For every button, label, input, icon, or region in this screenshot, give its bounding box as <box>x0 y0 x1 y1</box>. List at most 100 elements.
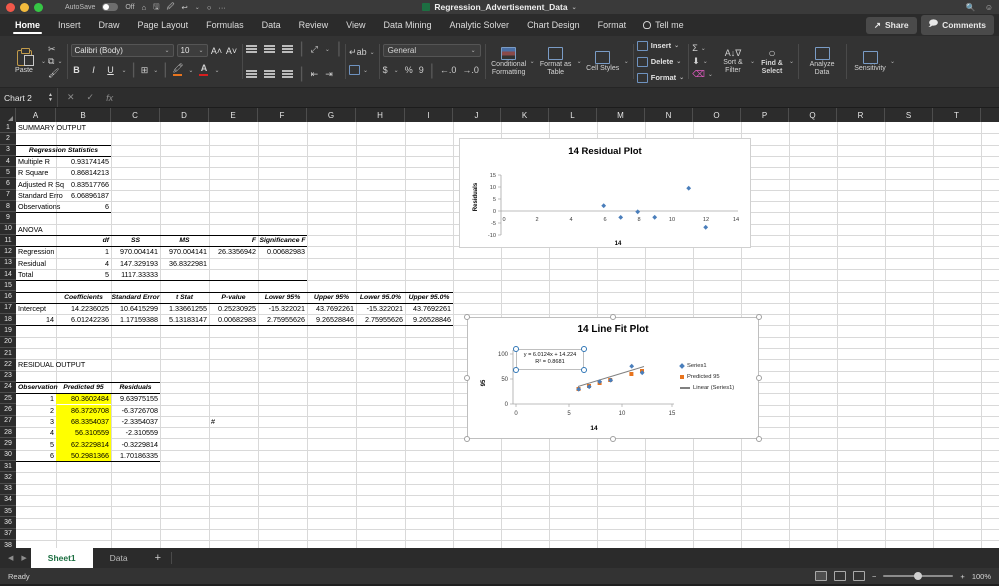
row-header-25[interactable]: 25 <box>0 393 16 405</box>
share-button[interactable]: ↗ Share <box>865 16 917 34</box>
increase-decimal-icon[interactable]: ←.0 <box>440 66 457 75</box>
decrease-decimal-icon[interactable]: →.0 <box>462 66 479 75</box>
row-header-7[interactable]: 7 <box>0 190 16 202</box>
row-header-1[interactable]: 1 <box>0 122 16 134</box>
cell-E27[interactable]: # <box>209 416 258 427</box>
chart-handle-mid-left[interactable] <box>464 375 470 381</box>
cell-A14[interactable]: Total <box>16 269 56 280</box>
row-header-2[interactable]: 2 <box>0 133 16 145</box>
number-format-select[interactable]: General ⌄ <box>382 43 481 57</box>
cell-C12[interactable]: 970.004141 <box>111 246 160 257</box>
cell-A22[interactable]: RESIDUAL OUTPUT <box>16 359 85 370</box>
cell-C27[interactable]: -2.3354037 <box>111 416 160 427</box>
format-as-table-button[interactable]: Format as Table <box>536 46 576 77</box>
paste-button[interactable]: Paste <box>7 47 41 74</box>
row-header-19[interactable]: 19 <box>0 325 16 337</box>
autosum-icon[interactable]: Σ <box>692 44 698 53</box>
row-header-27[interactable]: 27 <box>0 416 16 428</box>
tab-data[interactable]: Data <box>253 17 290 34</box>
cell-D13[interactable]: 36.8322981 <box>160 258 209 269</box>
row-header-18[interactable]: 18 <box>0 314 16 326</box>
accept-icon[interactable]: ✓ <box>87 92 95 103</box>
cell-C18[interactable]: 1.17159388 <box>111 314 160 325</box>
increase-font-size-icon[interactable]: A˄ <box>211 46 223 56</box>
column-header-E[interactable]: E <box>209 108 258 122</box>
name-box[interactable]: Chart 2 ▲ ▼ <box>0 88 58 107</box>
font-size-select[interactable]: 10 ⌄ <box>176 44 208 57</box>
cell-B26[interactable]: 86.3726708 <box>56 404 111 416</box>
align-left-icon[interactable] <box>245 70 257 79</box>
currency-button[interactable]: $ <box>383 66 388 75</box>
column-header-S[interactable]: S <box>885 108 933 122</box>
cell-F18[interactable]: 2.75955626 <box>258 314 307 325</box>
row-header-26[interactable]: 26 <box>0 404 16 416</box>
column-header-T[interactable]: T <box>933 108 981 122</box>
cell-B16[interactable]: Coefficients <box>56 292 111 303</box>
cell-A4[interactable]: Multiple R <box>16 156 56 167</box>
align-right-icon[interactable] <box>281 70 293 79</box>
copy-icon[interactable]: ⧉ <box>48 57 54 66</box>
font-color-button[interactable]: A <box>198 63 209 77</box>
cell-B30[interactable]: 50.2981366 <box>56 449 111 461</box>
zoom-slider[interactable] <box>883 572 954 580</box>
page-layout-icon[interactable] <box>834 571 847 581</box>
column-header-R[interactable]: R <box>837 108 885 122</box>
column-header-M[interactable]: M <box>597 108 645 122</box>
clear-icon[interactable]: ⌫ <box>692 70 705 79</box>
tab-formulas[interactable]: Formulas <box>197 17 253 34</box>
cell-F16[interactable]: Lower 95% <box>258 292 307 303</box>
cell-A5[interactable]: R Square <box>16 167 56 178</box>
cell-B25[interactable]: 80.3602484 <box>56 393 111 405</box>
cell-B27[interactable]: 68.3354037 <box>56 415 111 428</box>
cell-A17[interactable]: Intercept <box>16 303 56 314</box>
cell-B24[interactable]: Predicted 95 <box>56 382 111 393</box>
format-cells-button[interactable]: Format ⌄ <box>636 71 684 85</box>
row-header-10[interactable]: 10 <box>0 224 16 235</box>
cell-A12[interactable]: Regression <box>16 246 56 257</box>
underline-button[interactable]: U <box>105 65 117 75</box>
insert-cells-button[interactable]: Insert ⌄ <box>636 39 684 53</box>
delete-cells-button[interactable]: Delete ⌄ <box>636 55 684 69</box>
fill-chevron-icon[interactable]: ⌄ <box>703 58 708 65</box>
row-header-11[interactable]: 11 <box>0 235 16 247</box>
borders-chevron-icon[interactable]: ⌄ <box>153 67 158 74</box>
decrease-font-size-icon[interactable]: A˅ <box>226 46 238 56</box>
row-header-16[interactable]: 16 <box>0 291 16 303</box>
page-break-icon[interactable] <box>853 571 866 581</box>
cell-C13[interactable]: 147.329193 <box>111 258 160 269</box>
column-header-Q[interactable]: Q <box>789 108 837 122</box>
row-header-21[interactable]: 21 <box>0 348 16 360</box>
cell-E12[interactable]: 26.3356942 <box>209 246 258 257</box>
cell-A7[interactable]: Standard Erro <box>16 190 63 201</box>
row-header-3[interactable]: 3 <box>0 145 16 156</box>
tab-draw[interactable]: Draw <box>90 17 129 34</box>
find-select-chevron-icon[interactable]: ⌄ <box>789 58 794 65</box>
cell-C16[interactable]: Standard Error <box>111 292 160 303</box>
row-header-22[interactable]: 22 <box>0 359 16 371</box>
row-header-14[interactable]: 14 <box>0 269 16 281</box>
fill-icon[interactable]: ⬇ <box>692 57 700 66</box>
row-header-34[interactable]: 34 <box>0 495 16 507</box>
chart-handle-top-left[interactable] <box>464 314 470 320</box>
cell-D18[interactable]: 5.13183147 <box>160 314 209 325</box>
cell-A1[interactable]: SUMMARY OUTPUT <box>16 122 86 133</box>
cell-A13[interactable]: Residual <box>16 258 56 269</box>
tab-home[interactable]: Home <box>6 17 49 34</box>
cell-C28[interactable]: -2.310559 <box>111 427 160 438</box>
row-header-23[interactable]: 23 <box>0 371 16 382</box>
prev-sheet-icon[interactable]: ◀ <box>4 554 17 562</box>
font-color-chevron-icon[interactable]: ⌄ <box>214 67 219 74</box>
column-header-C[interactable]: C <box>111 108 160 122</box>
merge-cells-icon[interactable] <box>349 65 361 75</box>
currency-chevron-icon[interactable]: ⌄ <box>394 67 399 74</box>
row-header-33[interactable]: 33 <box>0 484 16 495</box>
cancel-icon[interactable]: ✕ <box>67 92 75 103</box>
cell-C30[interactable]: 1.70186335 <box>111 450 160 461</box>
percent-button[interactable]: % <box>405 66 413 75</box>
row-header-4[interactable]: 4 <box>0 156 16 168</box>
row-header-5[interactable]: 5 <box>0 167 16 179</box>
column-header-I[interactable]: I <box>405 108 453 122</box>
align-center-icon[interactable] <box>263 70 275 79</box>
cell-G17[interactable]: 43.7692261 <box>307 303 356 314</box>
cell-A6[interactable]: Adjusted R Sq <box>16 179 64 190</box>
